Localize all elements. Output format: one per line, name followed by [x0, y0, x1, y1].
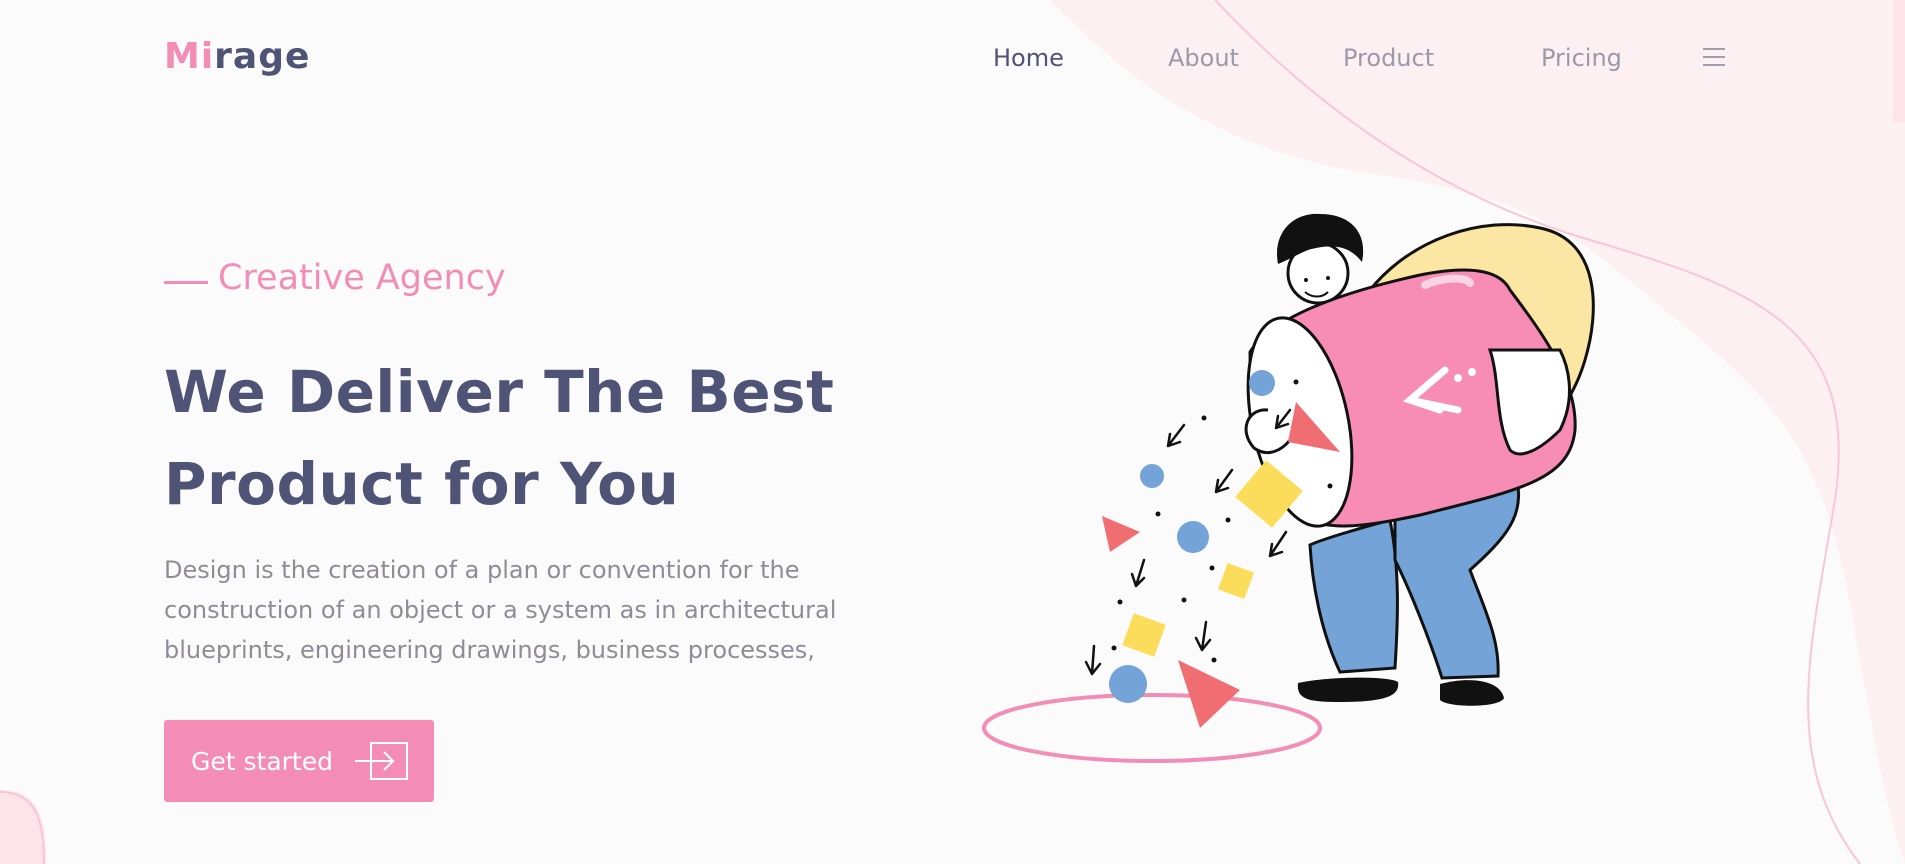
brand-logo[interactable]: Mirage [164, 36, 310, 77]
eyebrow-dash [164, 280, 208, 284]
nav-item-home[interactable]: Home [993, 44, 1064, 72]
headline-line-2: Product for You [164, 450, 680, 518]
person-pouring-shapes-illustration [982, 213, 1595, 763]
nav-item-product[interactable]: Product [1343, 44, 1434, 72]
landing-page: Mirage Home About Product Pricing Creati… [0, 0, 1905, 864]
logo-prefix: Mi [164, 36, 215, 77]
nav-item-about[interactable]: About [1168, 44, 1239, 72]
hero-description: Design is the creation of a plan or conv… [164, 556, 837, 664]
nav-item-pricing[interactable]: Pricing [1541, 44, 1622, 72]
hamburger-icon[interactable] [1703, 48, 1725, 66]
hero-headline: We Deliver The Best Product for You [164, 346, 864, 530]
arrow-right-icon [354, 742, 408, 780]
get-started-button[interactable]: Get started [164, 720, 434, 802]
eyebrow-text: Creative Agency [218, 258, 506, 298]
cta-label: Get started [191, 746, 333, 776]
headline-line-1: We Deliver The Best [164, 358, 835, 426]
logo-suffix: rage [214, 36, 311, 77]
hero-eyebrow: Creative Agency [164, 258, 506, 298]
